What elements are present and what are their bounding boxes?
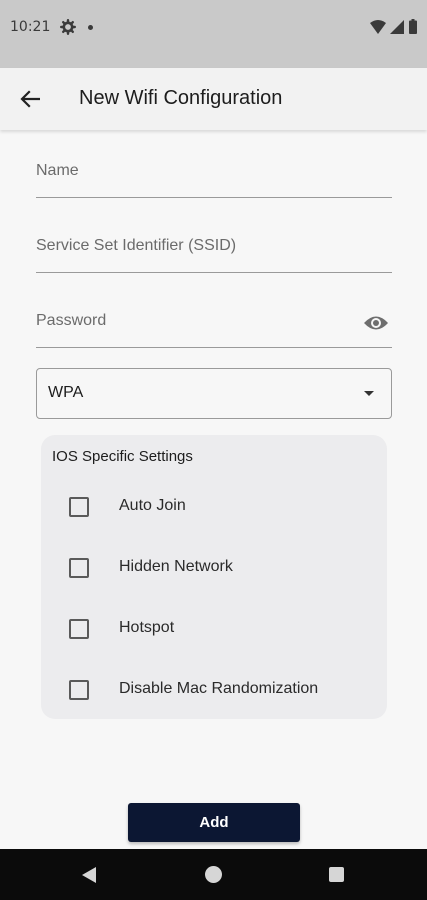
auto-join-label: Auto Join	[119, 497, 186, 514]
home-circle-icon[interactable]	[205, 866, 222, 883]
auto-join-checkbox[interactable]	[69, 497, 89, 517]
arrow-left-icon	[20, 90, 40, 108]
security-type-dropdown[interactable]: WPA	[36, 368, 392, 419]
password-visibility-toggle[interactable]	[362, 309, 390, 337]
wifi-icon	[370, 20, 386, 34]
signal-icon	[390, 20, 404, 34]
password-field[interactable]: Password	[36, 298, 392, 348]
system-nav-bar	[0, 849, 427, 900]
recents-square-icon[interactable]	[329, 867, 344, 882]
disable-mac-randomization-option[interactable]: Disable Mac Randomization	[41, 669, 387, 709]
back-button[interactable]	[14, 85, 46, 113]
name-field[interactable]: Name	[36, 148, 392, 198]
ios-settings-card: IOS Specific Settings Auto Join Hidden N…	[41, 435, 387, 719]
ssid-field[interactable]: Service Set Identifier (SSID)	[36, 223, 392, 273]
status-time: 10:21	[10, 19, 51, 35]
security-type-value: WPA	[48, 384, 84, 401]
status-bar: 10:21	[0, 0, 427, 68]
app-bar: New Wifi Configuration	[0, 68, 427, 130]
battery-icon	[409, 19, 417, 34]
name-field-placeholder: Name	[36, 162, 79, 179]
page-title: New Wifi Configuration	[79, 87, 283, 109]
hotspot-checkbox[interactable]	[69, 619, 89, 639]
hidden-network-label: Hidden Network	[119, 558, 233, 575]
hotspot-label: Hotspot	[119, 619, 175, 636]
disable-mac-randomization-checkbox[interactable]	[69, 680, 89, 700]
caret-down-icon	[364, 391, 374, 396]
password-field-placeholder: Password	[36, 312, 107, 329]
ssid-field-placeholder: Service Set Identifier (SSID)	[36, 237, 237, 254]
gear-icon	[60, 19, 76, 35]
auto-join-option[interactable]: Auto Join	[41, 486, 387, 526]
hotspot-option[interactable]: Hotspot	[41, 608, 387, 648]
eye-icon	[364, 316, 388, 330]
disable-mac-randomization-label: Disable Mac Randomization	[119, 680, 319, 697]
hidden-network-checkbox[interactable]	[69, 558, 89, 578]
ios-settings-title: IOS Specific Settings	[52, 448, 193, 465]
notification-dot-icon	[88, 25, 93, 30]
hidden-network-option[interactable]: Hidden Network	[41, 547, 387, 587]
add-button[interactable]: Add	[128, 803, 300, 842]
back-triangle-icon[interactable]	[80, 866, 98, 884]
